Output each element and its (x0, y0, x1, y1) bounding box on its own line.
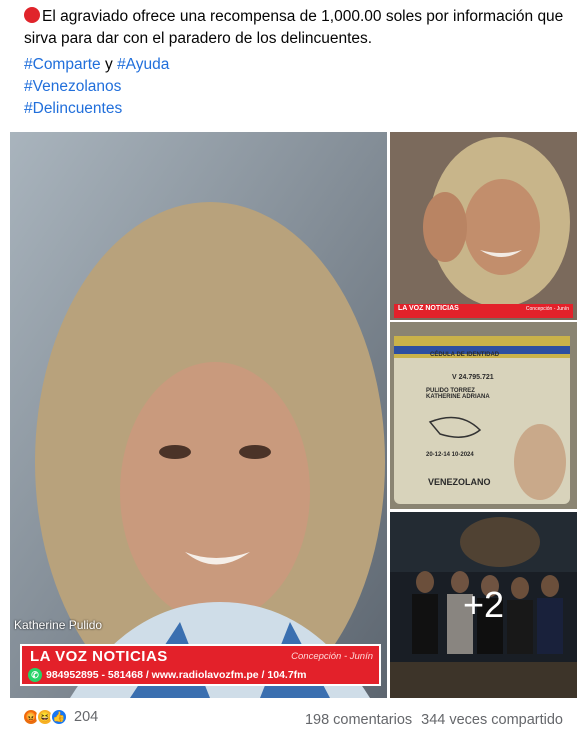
post-text: El agraviado ofrece una recompensa de 1,… (24, 8, 564, 47)
comments-count-link[interactable]: 198 comentarios (305, 712, 412, 728)
reactions-summary[interactable]: 😡 😆 👍 204 (22, 708, 98, 726)
hashtag-ayuda[interactable]: #Ayuda (117, 56, 169, 73)
banner-location: Concepción - Junín (291, 651, 373, 662)
side-photo-group[interactable]: +2 (390, 512, 577, 698)
news-banner: LA VOZ NOTICIAS Concepción - Junín ✆ 984… (20, 644, 381, 686)
hashtags-block: #Comparte y #Ayuda #Venezolanos #Delincu… (24, 54, 169, 120)
side-photo-selfie[interactable]: LA VOZ NOTICIAS Concepción - Junín (390, 132, 577, 320)
id-card-name: PULIDO TORREZ KATHERINE ADRIANA (426, 388, 490, 400)
side-photo-id-card[interactable]: CÉDULA DE IDENTIDAD V 24.795.721 PULIDO … (390, 322, 577, 509)
id-card-number: V 24.795.721 (452, 374, 494, 381)
hashtag-venezolanos[interactable]: #Venezolanos (24, 78, 121, 95)
post-text-block: El agraviado ofrece una recompensa de 1,… (24, 6, 564, 50)
hashtag-comparte[interactable]: #Comparte (24, 56, 101, 73)
mini-banner-location: Concepción - Junín (525, 306, 569, 312)
banner-contact: 984952895 - 581468 / www.radiolavozfm.pe… (46, 669, 307, 681)
whatsapp-icon: ✆ (28, 668, 42, 682)
more-photos-count: +2 (462, 584, 505, 625)
hashtag-delincuentes[interactable]: #Delincuentes (24, 100, 122, 117)
shares-count-link[interactable]: 344 veces compartido (421, 712, 563, 728)
id-card-nationality: VENEZOLANO (428, 477, 491, 487)
post-stats: 198 comentarios 344 veces compartido (305, 712, 563, 728)
photo-gallery: Katherine Pulido LA VOZ NOTICIAS Concepc… (10, 132, 577, 698)
mini-banner-title: LA VOZ NOTICIAS (398, 305, 459, 312)
portrait-illustration (10, 132, 387, 698)
mini-news-banner: LA VOZ NOTICIAS Concepción - Junín (394, 304, 573, 318)
selfie-illustration (390, 132, 577, 320)
main-photo[interactable]: Katherine Pulido LA VOZ NOTICIAS Concepc… (10, 132, 387, 698)
reaction-count[interactable]: 204 (74, 709, 98, 725)
red-circle-icon (24, 7, 40, 23)
id-card-header: CÉDULA DE IDENTIDAD (430, 352, 500, 358)
banner-contact-row: ✆ 984952895 - 581468 / www.radiolavozfm.… (28, 668, 307, 682)
like-reaction-icon: 👍 (50, 708, 68, 726)
photo-name-caption: Katherine Pulido (14, 618, 103, 632)
hashtag-conjunction: y (105, 56, 113, 73)
banner-title: LA VOZ NOTICIAS (30, 648, 168, 665)
id-card-dates: 20-12-14 10-2024 (426, 452, 474, 458)
more-photos-overlay[interactable]: +2 (390, 512, 577, 698)
